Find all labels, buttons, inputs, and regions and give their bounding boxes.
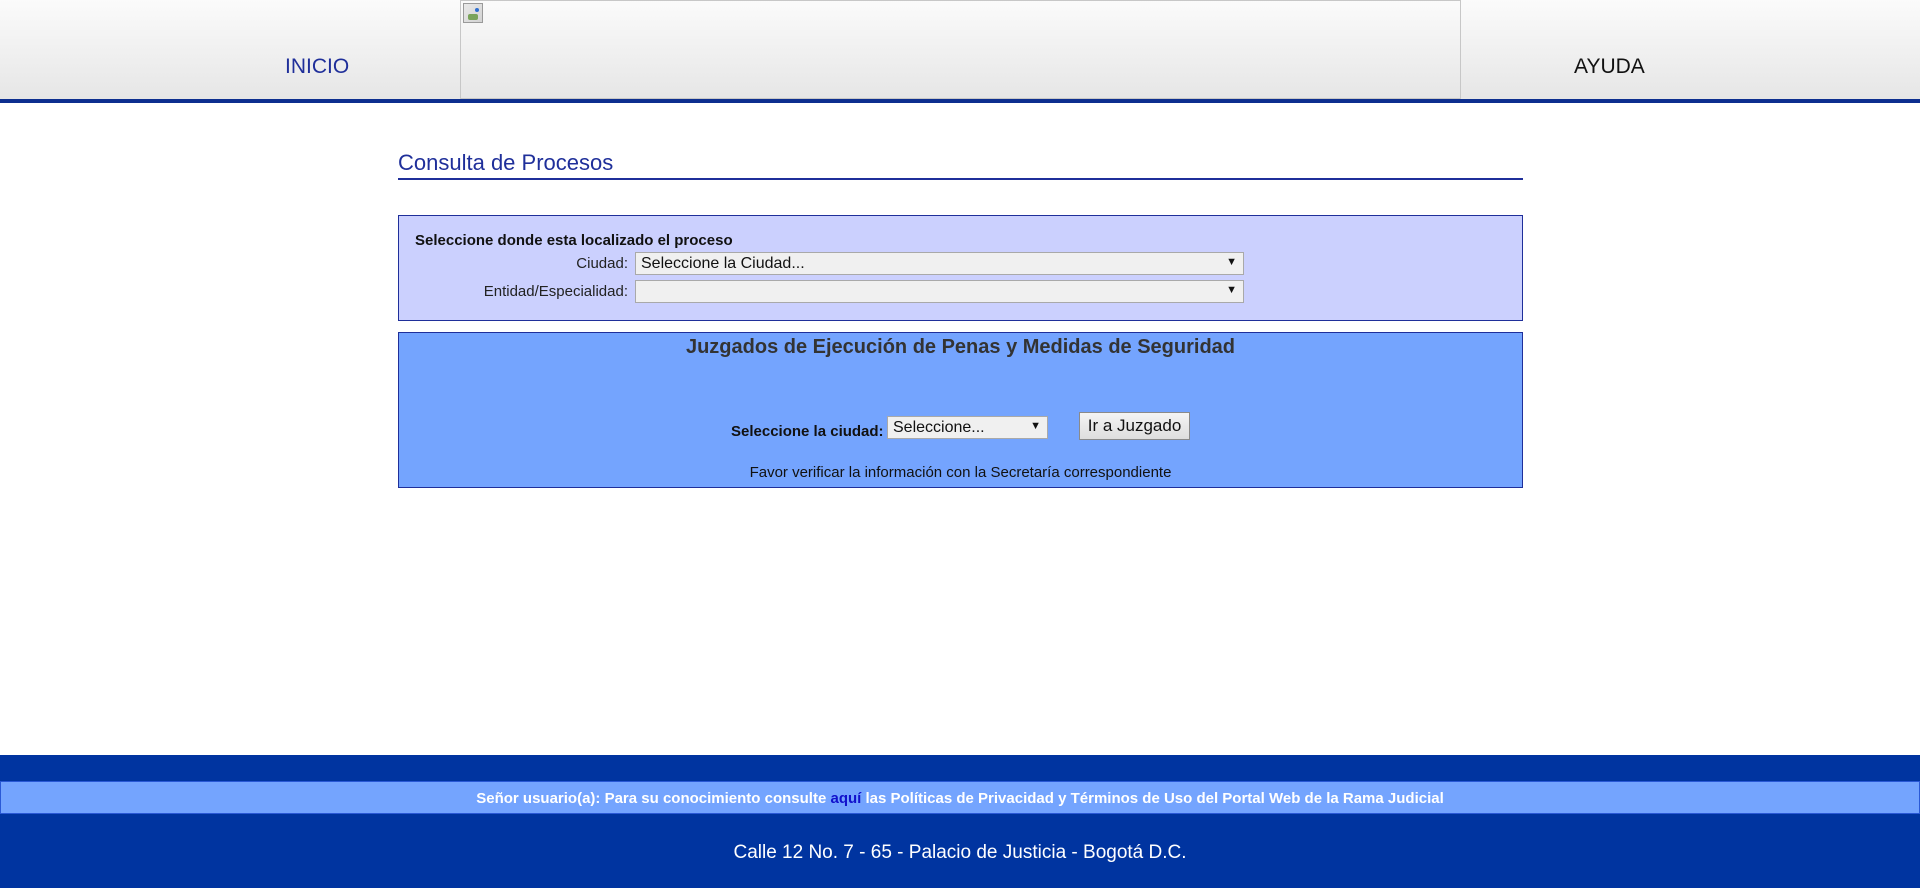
footer-address: Calle 12 No. 7 - 65 - Palacio de Justici…: [733, 842, 1187, 863]
page-title: Consulta de Procesos: [398, 150, 1523, 180]
panel-heading: Seleccione donde esta localizado el proc…: [415, 232, 733, 249]
entidad-especialidad-select[interactable]: ▼: [635, 280, 1244, 303]
juzgados-panel-title: Juzgados de Ejecución de Penas y Medidas…: [685, 336, 1236, 358]
dropdown-arrow-icon: ▼: [1226, 284, 1237, 296]
privacy-text-suffix: las Políticas de Privacidad y Términos d…: [861, 790, 1444, 807]
juzgados-ejecucion-panel: Juzgados de Ejecución de Penas y Medidas…: [398, 332, 1523, 488]
privacy-notice-bar: Señor usuario(a): Para su conocimiento c…: [0, 781, 1920, 814]
juzgado-ciudad-label: Seleccione la ciudad:: [731, 423, 884, 440]
privacy-link[interactable]: aquí: [830, 790, 861, 807]
top-navigation-bar: INICIO AYUDA: [0, 0, 1920, 103]
nav-link-inicio[interactable]: INICIO: [285, 55, 349, 79]
broken-image-icon: [463, 3, 483, 23]
process-location-panel: Seleccione donde esta localizado el proc…: [398, 215, 1523, 321]
privacy-text-prefix: Señor usuario(a): Para su conocimiento c…: [476, 790, 831, 807]
ir-a-juzgado-button[interactable]: Ir a Juzgado: [1079, 412, 1190, 440]
ciudad-select-value: Seleccione la Ciudad...: [641, 255, 805, 272]
nav-link-ayuda[interactable]: AYUDA: [1574, 55, 1645, 79]
dropdown-arrow-icon: ▼: [1226, 256, 1237, 268]
juzgado-ciudad-select-value: Seleccione...: [893, 419, 985, 436]
verification-note: Favor verificar la información con la Se…: [749, 464, 1172, 481]
footer: Señor usuario(a): Para su conocimiento c…: [0, 755, 1920, 888]
juzgado-ciudad-select[interactable]: Seleccione... ▼: [887, 416, 1048, 439]
dropdown-arrow-icon: ▼: [1030, 420, 1041, 432]
entidad-label: Entidad/Especialidad:: [483, 283, 628, 300]
ciudad-label: Ciudad:: [576, 255, 628, 272]
header-banner-image: [460, 0, 1461, 99]
ciudad-select[interactable]: Seleccione la Ciudad... ▼: [635, 252, 1244, 275]
